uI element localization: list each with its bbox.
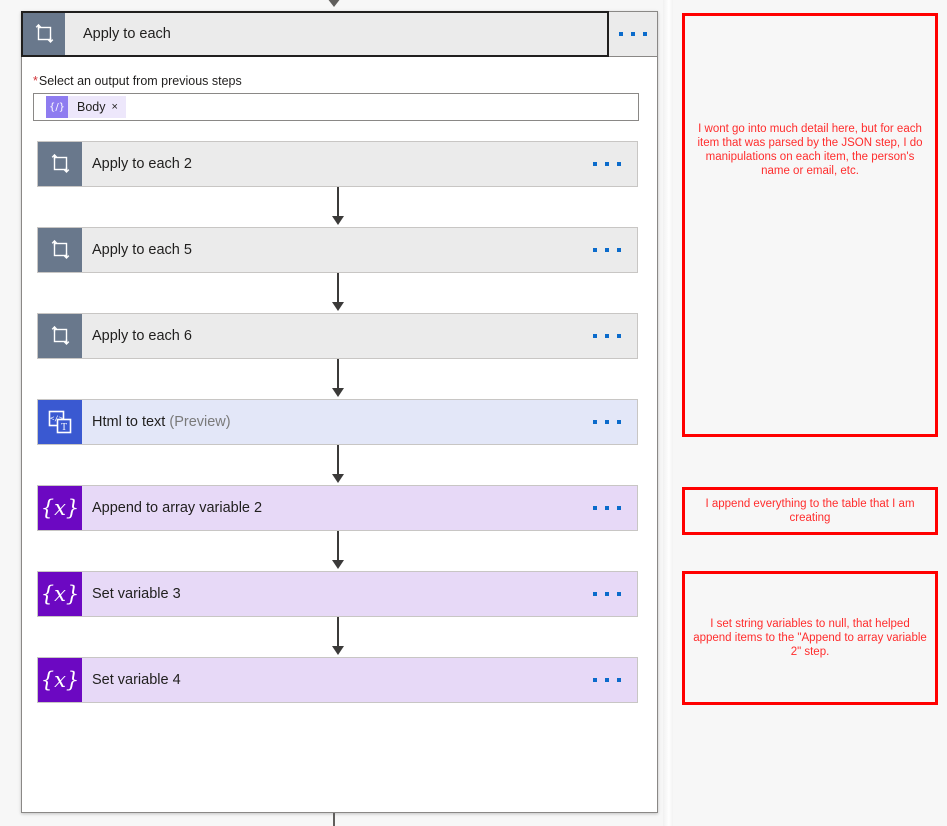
annotation-text: I wont go into much detail here, but for… <box>697 123 923 177</box>
action-card-title: Html to text (Preview) <box>82 414 231 430</box>
variable-icon: {x} <box>38 658 82 702</box>
apply-to-each-card[interactable]: Apply to each <box>21 11 609 57</box>
action-card[interactable]: {x} Set variable 4 <box>37 657 638 703</box>
variable-icon: {x} <box>38 572 82 616</box>
variable-icon: {x} <box>38 486 82 530</box>
foreach-loop-icon <box>23 13 65 55</box>
action-card-title: Apply to each 6 <box>92 328 192 344</box>
ellipsis-icon <box>593 592 621 596</box>
scope-actions-list: Apply to each 2 Apply to each 5 Apply to… <box>37 141 638 703</box>
connector-arrow <box>37 531 638 571</box>
annotation-box: I wont go into much detail here, but for… <box>682 13 938 437</box>
action-card[interactable]: </> T Html to text (Preview) <box>37 399 638 445</box>
connector-arrow <box>37 273 638 313</box>
required-asterisk: * <box>33 74 38 88</box>
annotation-text: I append everything to the table that I … <box>705 498 915 524</box>
scope-input-token-box[interactable]: {/} Body × <box>33 93 639 121</box>
action-card[interactable]: {x} Append to array variable 2 <box>37 485 638 531</box>
action-card-title: Set variable 4 <box>92 672 181 688</box>
action-card-menu-button[interactable] <box>593 658 621 702</box>
scope-input-label-text: Select an output from previous steps <box>38 74 242 88</box>
action-card[interactable]: Apply to each 6 <box>37 313 638 359</box>
svg-text:{x}: {x} <box>43 668 77 692</box>
connector-arrow <box>37 617 638 657</box>
action-card-menu-button[interactable] <box>593 486 621 530</box>
svg-text:T: T <box>61 422 67 433</box>
scope-input-label: *Select an output from previous steps <box>33 74 639 88</box>
ellipsis-icon <box>593 678 621 682</box>
svg-text:{x}: {x} <box>43 582 77 606</box>
foreach-loop-icon <box>38 228 82 272</box>
annotation-box: I append everything to the table that I … <box>682 487 938 535</box>
ellipsis-icon <box>593 420 621 424</box>
foreach-loop-icon <box>38 314 82 358</box>
dynamic-content-token-label: Body <box>77 100 106 114</box>
outgoing-connector-line <box>333 813 335 826</box>
action-card[interactable]: {x} Set variable 3 <box>37 571 638 617</box>
annotation-text: I set string variables to null, that hel… <box>693 618 927 658</box>
connector-arrow <box>37 187 638 227</box>
action-card-title: Set variable 3 <box>92 586 181 602</box>
dynamic-content-token[interactable]: {/} Body × <box>46 96 126 118</box>
apply-to-each-card-menu-button[interactable] <box>609 11 658 57</box>
action-card-menu-button[interactable] <box>593 228 621 272</box>
action-card-title: Apply to each 5 <box>92 242 192 258</box>
action-card-title-main: Html to text <box>92 414 166 430</box>
incoming-connector-arrow <box>327 0 341 7</box>
action-card-menu-button[interactable] <box>593 314 621 358</box>
action-card-menu-button[interactable] <box>593 572 621 616</box>
action-card-menu-button[interactable] <box>593 142 621 186</box>
action-card-title-subtitle: (Preview) <box>169 414 231 430</box>
ellipsis-icon <box>593 506 621 510</box>
expression-icon: {/} <box>46 96 68 118</box>
connector-arrow <box>37 445 638 485</box>
action-card[interactable]: Apply to each 5 <box>37 227 638 273</box>
scope-input-field: *Select an output from previous steps {/… <box>33 74 639 121</box>
action-card-menu-button[interactable] <box>593 400 621 444</box>
action-card-title: Append to array variable 2 <box>92 500 263 516</box>
annotation-pane: I wont go into much detail here, but for… <box>673 0 947 826</box>
annotation-box: I set string variables to null, that hel… <box>682 571 938 705</box>
remove-token-icon[interactable]: × <box>112 101 126 113</box>
svg-text:{x}: {x} <box>43 496 77 520</box>
apply-to-each-card-title: Apply to each <box>83 26 171 42</box>
action-card-title: Apply to each 2 <box>92 156 192 172</box>
html-to-text-icon: </> T <box>38 400 82 444</box>
ellipsis-icon <box>593 248 621 252</box>
flow-designer-pane: Apply to each *Select an output from pre… <box>0 0 671 826</box>
foreach-loop-icon <box>38 142 82 186</box>
connector-arrow <box>37 359 638 399</box>
ellipsis-icon <box>593 334 621 338</box>
action-card[interactable]: Apply to each 2 <box>37 141 638 187</box>
ellipsis-icon <box>619 32 647 36</box>
ellipsis-icon <box>593 162 621 166</box>
